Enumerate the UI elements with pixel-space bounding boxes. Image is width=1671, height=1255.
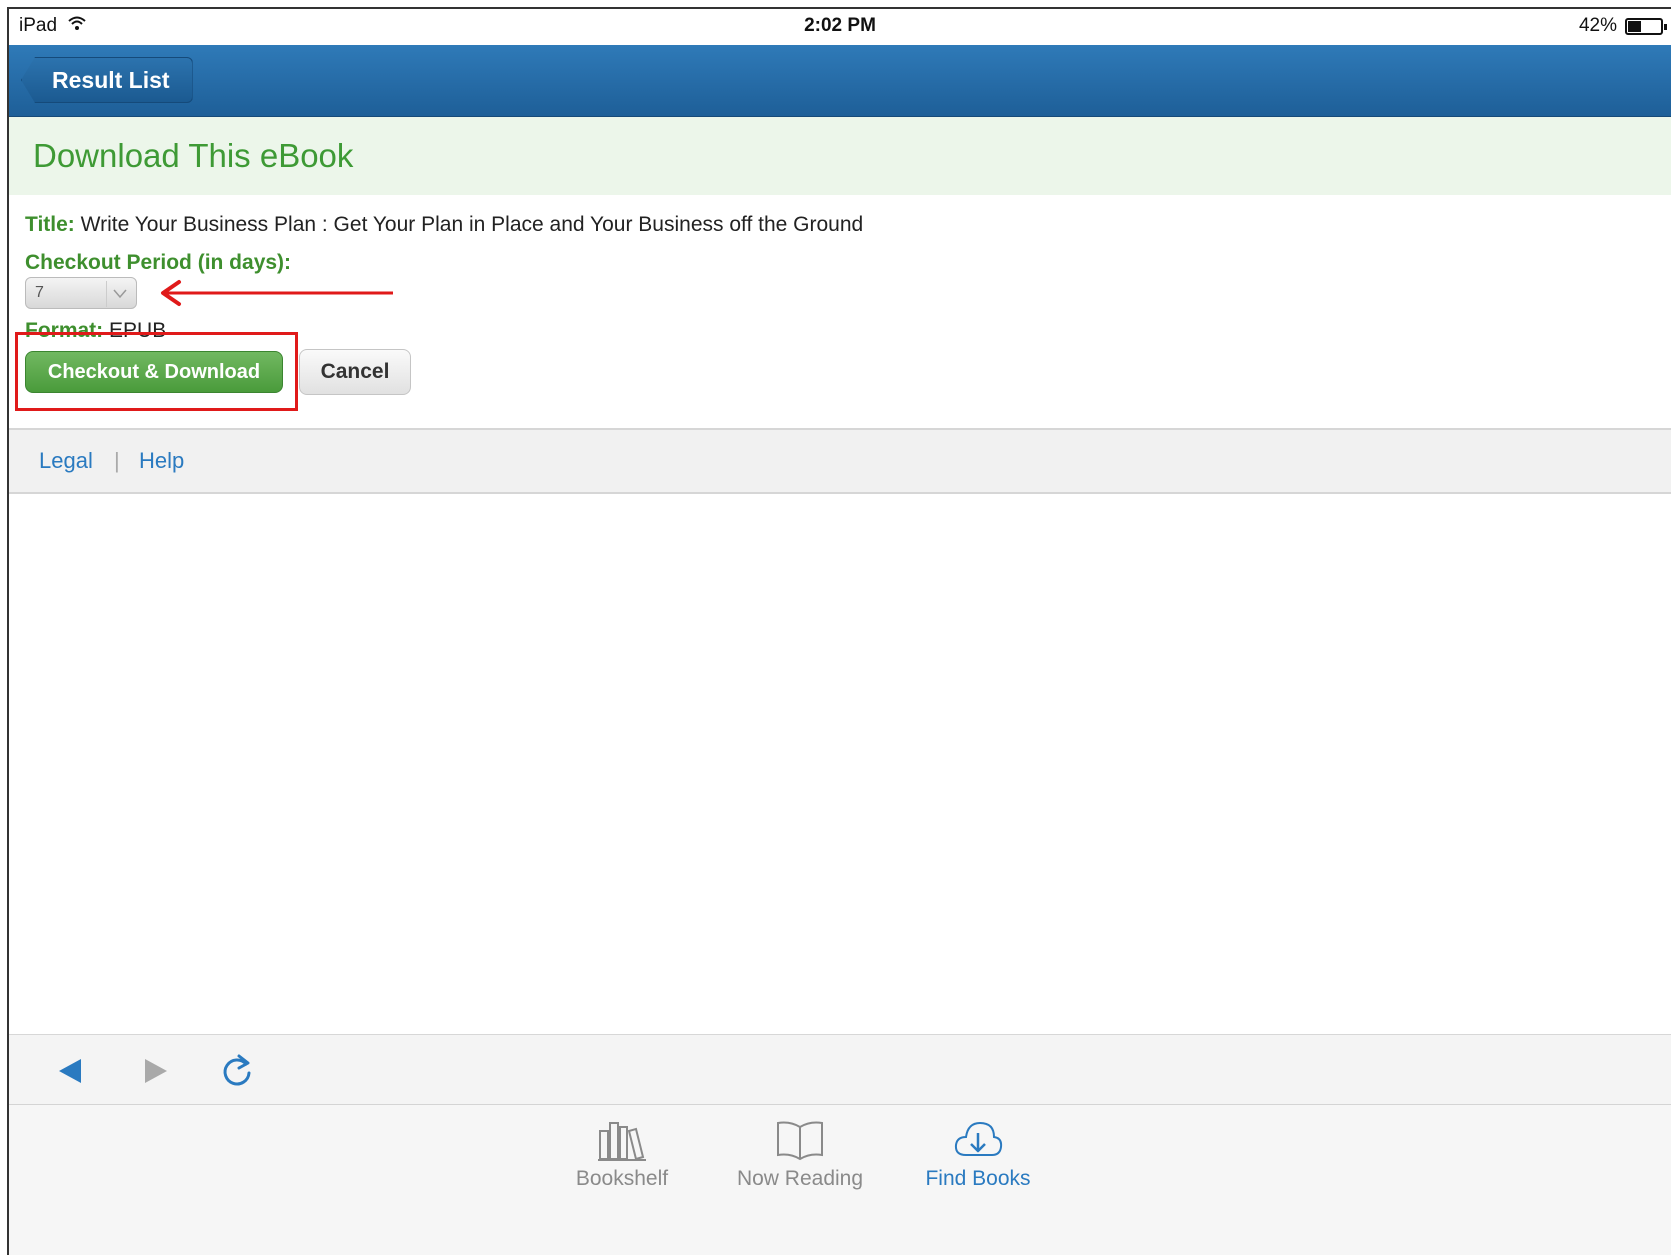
title-label: Title: <box>25 213 75 236</box>
title-row: Title: Write Your Business Plan : Get Yo… <box>25 213 863 237</box>
browser-toolbar <box>9 1034 1671 1104</box>
tab-find-books[interactable]: Find Books <box>893 1117 1063 1191</box>
checkout-period-select[interactable]: 7 <box>25 277 137 309</box>
tab-label-find-books: Find Books <box>925 1167 1031 1190</box>
open-book-icon <box>777 1121 823 1161</box>
tab-bookshelf[interactable]: Bookshelf <box>537 1117 707 1191</box>
title-value: Write Your Business Plan : Get Your Plan… <box>80 213 864 236</box>
cloud-download-icon <box>954 1121 1003 1156</box>
help-link[interactable]: Help <box>139 448 184 474</box>
status-bar: iPad 2:02 PM 42% <box>9 9 1671 45</box>
tab-now-reading[interactable]: Now Reading <box>715 1117 885 1191</box>
nav-bar: Result List <box>9 45 1671 117</box>
annotation-highlight-box <box>15 332 298 411</box>
page-header: Download This eBook <box>9 117 1671 195</box>
chevron-down-icon <box>106 281 132 307</box>
footer-links: Legal | Help <box>9 428 1671 494</box>
footer-separator: | <box>114 448 120 473</box>
annotation-arrow-icon <box>161 280 393 306</box>
tab-bar: Bookshelf Now Reading Find Books <box>9 1104 1671 1255</box>
page-title: Download This eBook <box>33 137 354 174</box>
ipad-screen: iPad 2:02 PM 42% Result List Download Th… <box>7 7 1671 1255</box>
cancel-button[interactable]: Cancel <box>299 349 411 395</box>
battery-percent: 42% <box>1578 15 1617 36</box>
back-arrow-icon[interactable] <box>49 1049 93 1093</box>
back-button-result-list[interactable]: Result List <box>21 57 193 103</box>
checkout-period-label: Checkout Period (in days): <box>25 251 292 274</box>
checkout-period-row: Checkout Period (in days): <box>25 251 291 275</box>
checkout-period-value: 7 <box>35 284 44 301</box>
bookshelf-icon <box>598 1122 646 1161</box>
tab-label-bookshelf: Bookshelf <box>575 1167 669 1190</box>
forward-arrow-icon[interactable] <box>133 1049 177 1093</box>
legal-link[interactable]: Legal <box>39 448 93 474</box>
clock: 2:02 PM <box>804 15 876 36</box>
status-right: 42% <box>1578 15 1667 37</box>
battery-level <box>1628 20 1642 32</box>
battery-icon <box>1625 17 1667 35</box>
reload-icon[interactable] <box>215 1049 259 1093</box>
tab-label-now-reading: Now Reading <box>736 1167 864 1190</box>
